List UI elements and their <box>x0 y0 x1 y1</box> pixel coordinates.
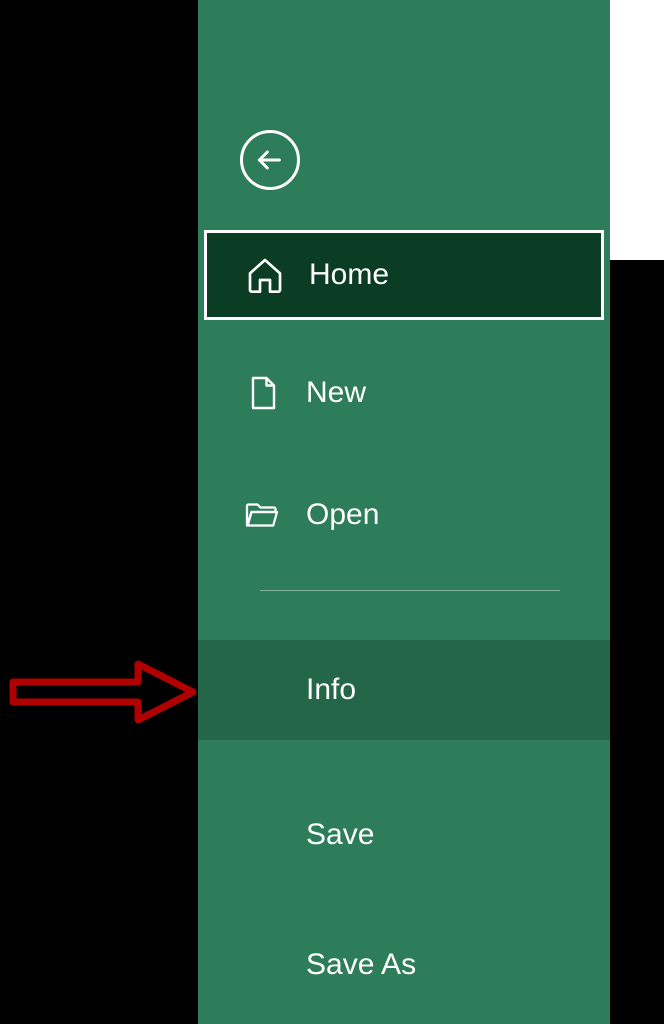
file-menu-sidebar: Home New Open Info Save Save As <box>198 0 610 1024</box>
home-icon <box>243 253 287 297</box>
menu-divider <box>260 590 560 591</box>
menu-item-saveas[interactable]: Save As <box>198 920 610 1010</box>
menu-item-open[interactable]: Open <box>198 470 610 560</box>
menu-item-label: Save <box>306 818 374 852</box>
menu-item-home[interactable]: Home <box>204 230 604 320</box>
menu-item-new[interactable]: New <box>198 348 610 438</box>
back-button[interactable] <box>240 130 300 190</box>
menu-item-label: Home <box>309 258 389 292</box>
back-arrow-icon <box>254 144 286 176</box>
menu-item-info[interactable]: Info <box>198 640 610 740</box>
menu-item-label: Open <box>306 498 379 532</box>
left-background <box>0 0 198 1024</box>
new-file-icon <box>240 371 284 415</box>
menu-item-label: Save As <box>306 948 416 982</box>
open-folder-icon <box>240 493 284 537</box>
menu-item-label: New <box>306 376 366 410</box>
menu-item-label: Info <box>306 673 356 707</box>
white-background <box>610 0 664 260</box>
menu-item-save[interactable]: Save <box>198 790 610 880</box>
annotation-arrow-icon <box>8 654 198 729</box>
